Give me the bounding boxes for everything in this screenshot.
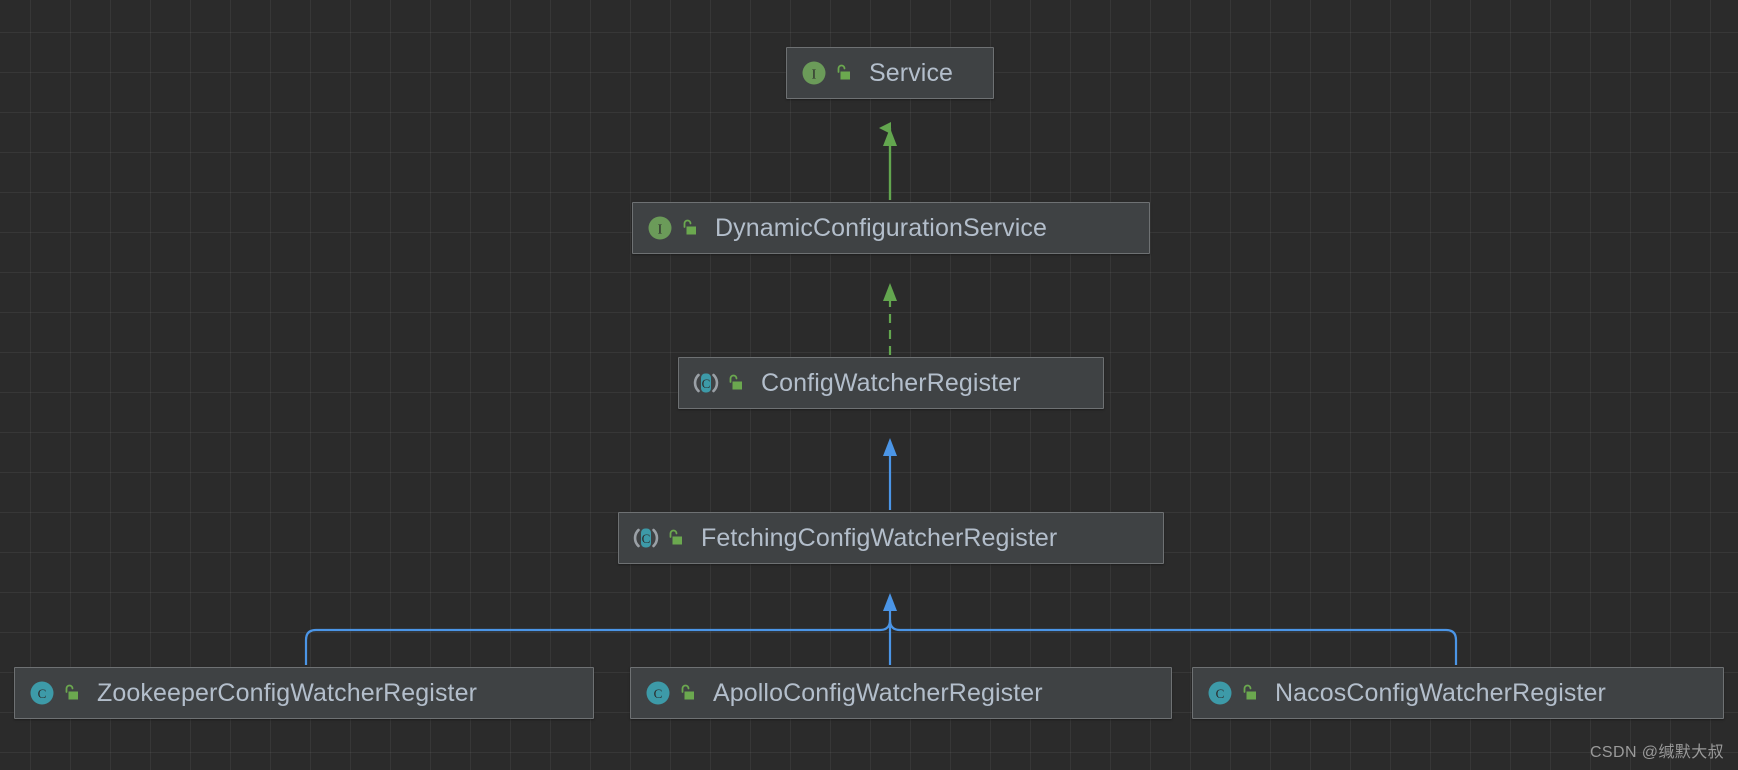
abstract-class-icon: C [693, 370, 719, 396]
public-unlocked-icon [659, 529, 683, 546]
edge-branch-junction [879, 619, 901, 632]
node-dynamic-configuration-service[interactable]: I DynamicConfigurationService [632, 202, 1150, 254]
public-unlocked-icon [673, 219, 697, 236]
edge-zookeeper-to-fcwr [304, 628, 880, 665]
node-label: NacosConfigWatcherRegister [1275, 678, 1606, 707]
node-label: Service [869, 58, 954, 87]
edge-fcwr-to-cwr [883, 438, 897, 510]
node-nacos-config-watcher-register[interactable]: C NacosConfigWatcherRegister [1192, 667, 1724, 719]
diagram-canvas[interactable]: I Service I DynamicConfigurationService [0, 0, 1738, 770]
csdn-watermark: CSDN @缄默大叔 [1589, 744, 1724, 761]
node-zookeeper-config-watcher-register[interactable]: C ZookeeperConfigWatcherRegister [14, 667, 594, 719]
svg-text:C: C [38, 686, 47, 701]
class-icon: C [1207, 680, 1233, 706]
edge-apollo-to-fcwr [883, 593, 897, 665]
abstract-class-icon: C [633, 525, 659, 551]
node-label: ConfigWatcherRegister [761, 368, 1021, 397]
svg-text:I: I [658, 223, 663, 238]
svg-text:C: C [1216, 686, 1225, 701]
interface-icon: I [801, 60, 827, 86]
public-unlocked-icon [55, 684, 79, 701]
svg-text:I: I [812, 68, 817, 83]
public-unlocked-icon [719, 374, 743, 391]
node-label: ApolloConfigWatcherRegister [713, 678, 1043, 707]
class-icon: C [645, 680, 671, 706]
node-label: FetchingConfigWatcherRegister [701, 523, 1058, 552]
public-unlocked-icon [671, 684, 695, 701]
public-unlocked-icon [1233, 684, 1257, 701]
edge-nacos-to-fcwr [900, 628, 1458, 665]
edge-cwr-to-dcs [883, 283, 897, 355]
svg-text:C: C [702, 376, 711, 391]
edge-dcs-to-service [879, 122, 897, 200]
node-service[interactable]: I Service [786, 47, 994, 99]
node-apollo-config-watcher-register[interactable]: C ApolloConfigWatcherRegister [630, 667, 1172, 719]
public-unlocked-icon [827, 64, 851, 81]
interface-icon: I [647, 215, 673, 241]
svg-text:C: C [642, 531, 651, 546]
node-config-watcher-register[interactable]: C ConfigWatcherRegister [678, 357, 1104, 409]
svg-text:C: C [654, 686, 663, 701]
class-icon: C [29, 680, 55, 706]
node-label: ZookeeperConfigWatcherRegister [97, 678, 478, 707]
node-fetching-config-watcher-register[interactable]: C FetchingConfigWatcherRegister [618, 512, 1164, 564]
node-label: DynamicConfigurationService [715, 213, 1048, 242]
